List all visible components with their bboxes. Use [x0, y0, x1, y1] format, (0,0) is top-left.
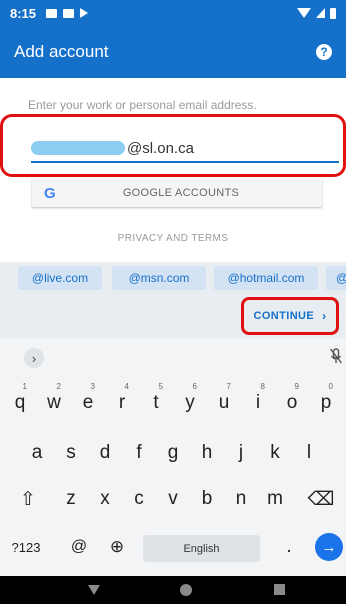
- space-bar[interactable]: English: [143, 535, 260, 562]
- recent-apps-icon[interactable]: [274, 584, 285, 595]
- mic-off-icon[interactable]: [329, 348, 344, 366]
- key-k[interactable]: k: [258, 436, 292, 470]
- key-y[interactable]: y6: [173, 382, 207, 420]
- continue-button[interactable]: CONTINUE ›: [241, 297, 339, 335]
- continue-row: CONTINUE ›: [0, 294, 346, 338]
- period-key[interactable]: .: [276, 532, 302, 562]
- google-icon: G: [44, 184, 56, 202]
- key-c[interactable]: c: [122, 482, 156, 516]
- domain-chip-live[interactable]: @live.com: [18, 266, 102, 290]
- key-v[interactable]: v: [156, 482, 190, 516]
- notification-icon: [46, 8, 58, 18]
- status-time: 8:15: [10, 5, 37, 21]
- key-b[interactable]: b: [190, 482, 224, 516]
- symbols-key[interactable]: ?123: [6, 532, 46, 562]
- key-hint: 0: [328, 382, 333, 391]
- key-hint: 8: [260, 382, 265, 391]
- domain-chip-msn[interactable]: @msn.com: [112, 266, 206, 290]
- backspace-key[interactable]: ⌫: [302, 482, 340, 516]
- play-icon: [80, 8, 89, 18]
- key-label: t: [153, 392, 159, 413]
- battery-icon: [330, 7, 336, 19]
- key-a[interactable]: a: [20, 436, 54, 470]
- app-bar: Add account ?: [0, 26, 346, 78]
- key-j[interactable]: j: [224, 436, 258, 470]
- chevron-right-icon: ›: [322, 309, 327, 323]
- key-hint: 9: [294, 382, 299, 391]
- domain-suggestion-row: @live.com @msn.com @hotmail.com @: [0, 262, 346, 294]
- email-input[interactable]: @sl.on.ca: [31, 135, 339, 163]
- status-icons: [297, 7, 336, 19]
- key-s[interactable]: s: [54, 436, 88, 470]
- key-label: o: [286, 392, 298, 413]
- key-q[interactable]: q1: [3, 382, 37, 420]
- key-e[interactable]: e3: [71, 382, 105, 420]
- key-i[interactable]: i8: [241, 382, 275, 420]
- key-h[interactable]: h: [190, 436, 224, 470]
- email-domain: @sl.on.ca: [127, 139, 194, 157]
- key-label: e: [82, 392, 94, 413]
- keyboard: › q1 w2 e3 r4 t5 y6 u7 i8 o9 p0 a s d f …: [0, 338, 346, 576]
- key-w[interactable]: w2: [37, 382, 71, 420]
- signal-icon: [316, 8, 325, 18]
- keyboard-expand-icon[interactable]: ›: [24, 348, 44, 368]
- key-t[interactable]: t5: [139, 382, 173, 420]
- back-icon[interactable]: [88, 585, 100, 595]
- home-icon[interactable]: [180, 584, 192, 596]
- help-icon[interactable]: ?: [316, 44, 332, 60]
- privacy-terms-link[interactable]: PRIVACY AND TERMS: [0, 233, 346, 244]
- key-m[interactable]: m: [258, 482, 292, 516]
- key-x[interactable]: x: [88, 482, 122, 516]
- key-z[interactable]: z: [54, 482, 88, 516]
- navigation-bar: [0, 576, 346, 604]
- key-n[interactable]: n: [224, 482, 258, 516]
- continue-label: CONTINUE: [253, 310, 315, 322]
- google-accounts-label: GOOGLE ACCOUNTS: [122, 187, 240, 199]
- key-hint: 6: [192, 382, 197, 391]
- keyboard-toolbar: ›: [0, 344, 346, 370]
- key-o[interactable]: o9: [275, 382, 309, 420]
- key-label: i: [255, 392, 261, 413]
- key-hint: 4: [124, 382, 129, 391]
- key-label: y: [185, 392, 195, 413]
- key-label: p: [320, 392, 332, 413]
- email-highlight: @sl.on.ca: [0, 114, 346, 177]
- email-prompt: Enter your work or personal email addres…: [28, 98, 257, 112]
- key-label: u: [218, 392, 230, 413]
- key-hint: 5: [158, 382, 163, 391]
- page-title: Add account: [14, 42, 109, 61]
- key-d[interactable]: d: [88, 436, 122, 470]
- enter-key[interactable]: →: [315, 533, 343, 561]
- key-p[interactable]: p0: [309, 382, 343, 420]
- status-bar: 8:15: [0, 0, 346, 26]
- key-hint: 7: [226, 382, 231, 391]
- wifi-icon: [297, 8, 311, 18]
- key-f[interactable]: f: [122, 436, 156, 470]
- mail-icon: [63, 8, 75, 18]
- key-hint: 1: [22, 382, 27, 391]
- key-label: q: [14, 392, 26, 413]
- key-r[interactable]: r4: [105, 382, 139, 420]
- key-l[interactable]: l: [292, 436, 326, 470]
- key-u[interactable]: u7: [207, 382, 241, 420]
- key-label: w: [47, 392, 61, 413]
- key-g[interactable]: g: [156, 436, 190, 470]
- shift-key[interactable]: ⇧: [10, 482, 46, 516]
- domain-chip-hotmail[interactable]: @hotmail.com: [214, 266, 318, 290]
- redacted-username: [31, 141, 125, 155]
- globe-icon[interactable]: ⊕: [102, 532, 132, 562]
- key-hint: 3: [90, 382, 95, 391]
- key-label: r: [118, 392, 126, 413]
- domain-chip-more[interactable]: @: [326, 266, 346, 290]
- at-key[interactable]: @: [64, 532, 94, 562]
- key-hint: 2: [56, 382, 61, 391]
- google-accounts-button[interactable]: G GOOGLE ACCOUNTS: [32, 179, 322, 207]
